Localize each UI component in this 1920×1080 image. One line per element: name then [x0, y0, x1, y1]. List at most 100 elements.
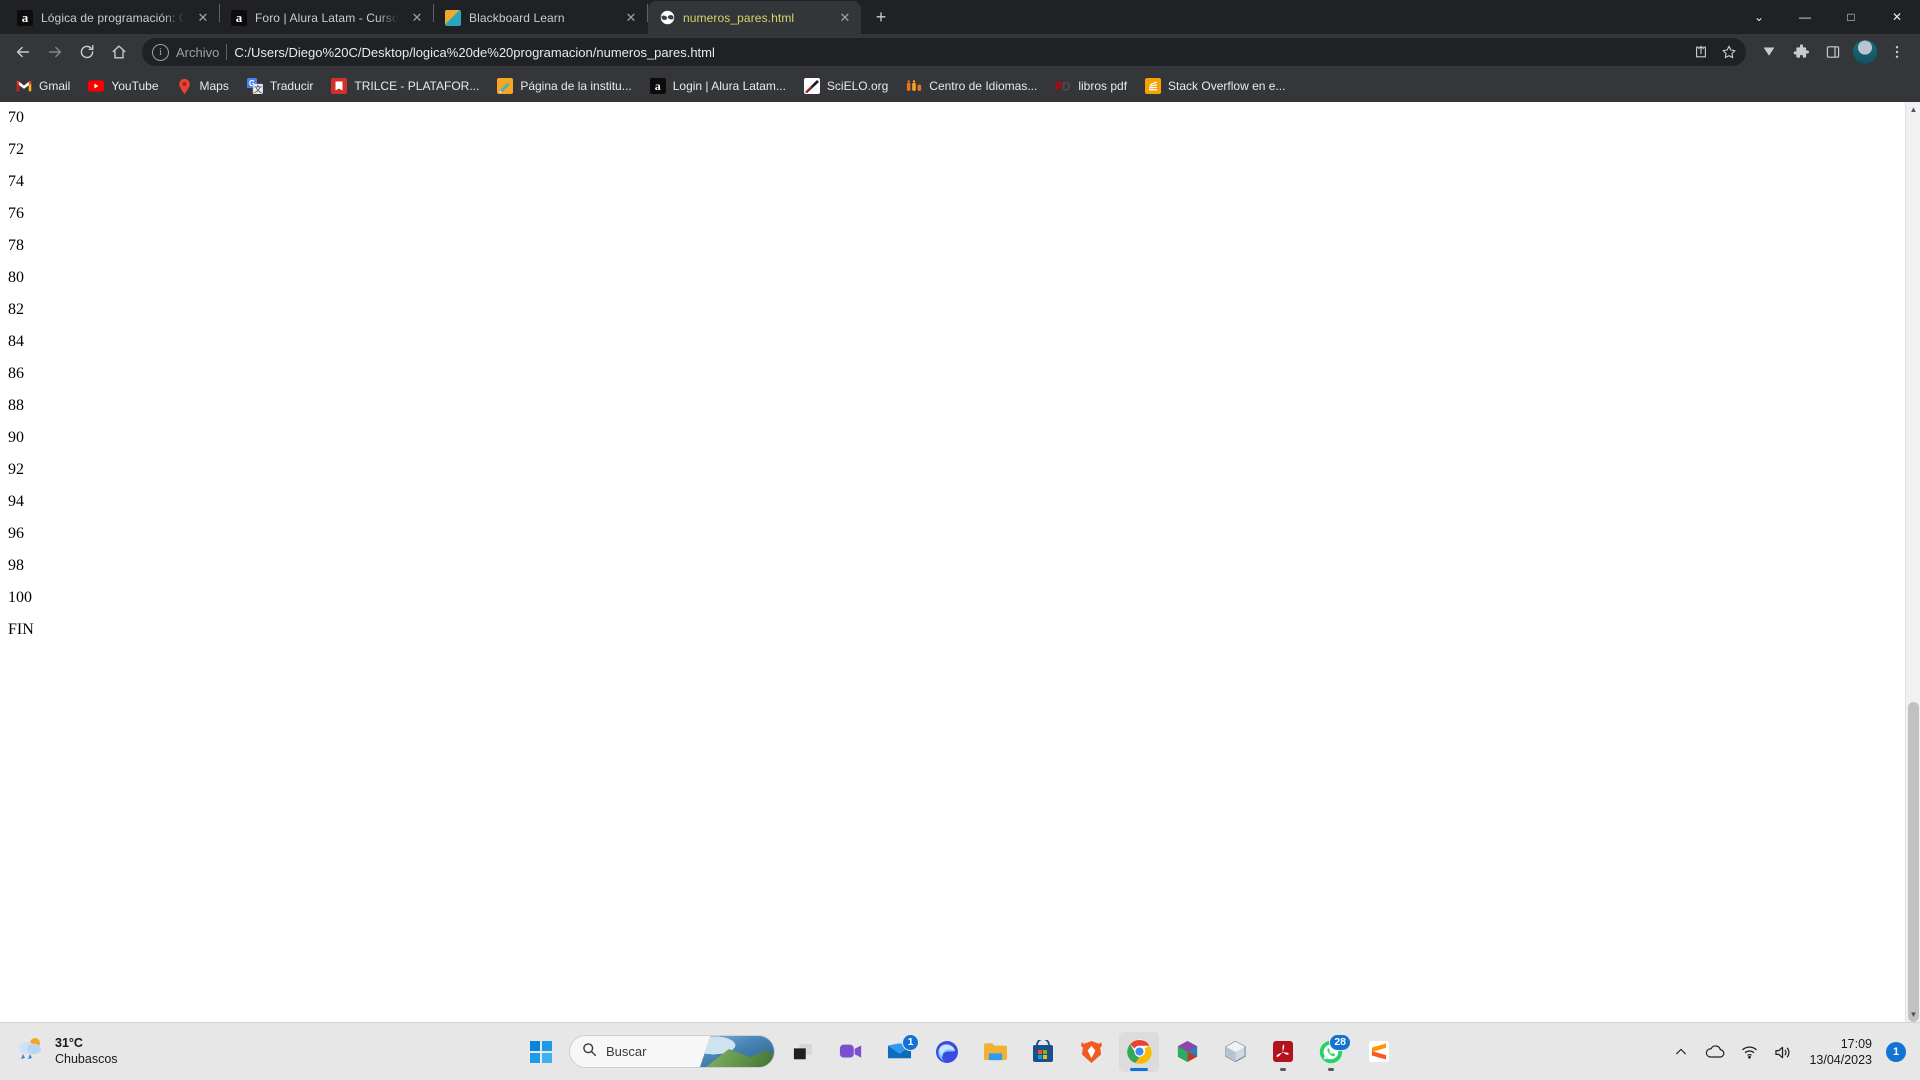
weather-description: Chubascos	[55, 1051, 118, 1066]
maximize-button[interactable]: □	[1828, 0, 1874, 34]
bookmark-login-alura[interactable]: a Login | Alura Latam...	[642, 73, 794, 99]
running-indicator	[1130, 1067, 1148, 1071]
volume-icon[interactable]	[1773, 1042, 1793, 1062]
bookmark-maps[interactable]: Maps	[169, 73, 237, 99]
downloads-icon[interactable]	[1754, 37, 1784, 67]
gmail-icon	[16, 78, 32, 94]
chrome-browser-window: a Lógica de programación: Concep ✕ a For…	[0, 0, 1920, 1022]
weather-temperature: 31°C	[55, 1035, 83, 1050]
teams-icon[interactable]	[831, 1032, 871, 1072]
weather-widget[interactable]: 31°C Chubascos	[0, 1036, 330, 1067]
bookmark-trilce[interactable]: TRILCE - PLATAFOR...	[323, 73, 487, 99]
page-content: 70 72 74 76 78 80 82 84 86 88 90 92 94 9…	[0, 102, 1920, 638]
acrobat-reader-icon[interactable]	[1263, 1032, 1303, 1072]
bookmark-stack-overflow[interactable]: Stack Overflow en e...	[1137, 73, 1293, 99]
collapse-tabs-icon[interactable]: ⌄	[1736, 0, 1782, 34]
windows-start-icon[interactable]	[521, 1032, 561, 1072]
chrome-icon[interactable]	[1119, 1031, 1159, 1072]
tab-close-icon[interactable]: ✕	[193, 8, 213, 28]
weather-text: 31°C Chubascos	[55, 1036, 118, 1067]
bookmark-label: Página de la institu...	[520, 79, 632, 93]
output-line: 100	[8, 589, 32, 606]
alura-icon: a	[649, 78, 666, 94]
sublime-text-icon[interactable]	[1359, 1032, 1399, 1072]
file-explorer-icon[interactable]	[975, 1032, 1015, 1072]
address-bar[interactable]: i Archivo C:/Users/Diego%20C/Desktop/log…	[142, 38, 1746, 66]
url-scheme-label: Archivo	[176, 44, 220, 60]
tab-close-icon[interactable]: ✕	[407, 8, 427, 28]
tab-close-icon[interactable]: ✕	[621, 8, 641, 28]
bookmark-youtube[interactable]: YouTube	[80, 73, 166, 99]
bookmark-label: Gmail	[39, 79, 71, 93]
unity-hub-icon[interactable]	[1167, 1032, 1207, 1072]
scroll-down-arrow-icon[interactable]: ▼	[1906, 1007, 1920, 1022]
output-line: 96	[8, 525, 24, 542]
youtube-icon	[88, 78, 105, 94]
svg-text:D: D	[1062, 81, 1070, 93]
star-icon[interactable]	[1716, 39, 1742, 65]
show-hidden-icons-icon[interactable]	[1671, 1042, 1691, 1062]
close-window-button[interactable]: ✕	[1874, 0, 1920, 34]
side-panel-icon[interactable]	[1818, 37, 1848, 67]
omnibox-actions	[1688, 39, 1742, 65]
bookmark-libros-pdf[interactable]: P D libros pdf	[1047, 73, 1135, 99]
puzzle-icon[interactable]	[1786, 37, 1816, 67]
mail-badge: 1	[902, 1033, 919, 1051]
microsoft-store-icon[interactable]	[1023, 1032, 1063, 1072]
brave-icon[interactable]	[1071, 1032, 1111, 1072]
bookmark-label: libros pdf	[1078, 79, 1128, 93]
tab-title: Lógica de programación: Concep	[41, 10, 185, 25]
rain-cloud-icon	[16, 1036, 46, 1067]
mail-icon[interactable]: 1	[879, 1032, 919, 1072]
browser-tab[interactable]: a Foro | Alura Latam - Cursos onlin ✕	[220, 1, 433, 34]
search-placeholder: Buscar	[606, 1044, 647, 1059]
blender-icon[interactable]	[1215, 1032, 1255, 1072]
minimize-button[interactable]: —	[1782, 0, 1828, 34]
new-tab-button[interactable]: +	[867, 3, 895, 31]
search-input[interactable]: Buscar	[569, 1035, 775, 1068]
output-line: 88	[8, 397, 24, 414]
bookmark-centro-idiomas[interactable]: Centro de Idiomas...	[898, 73, 1045, 99]
bookmark-traducir[interactable]: G 文 Traducir	[239, 73, 322, 99]
browser-tab[interactable]: Blackboard Learn ✕	[434, 1, 647, 34]
wifi-icon[interactable]	[1739, 1042, 1759, 1062]
vertical-scrollbar[interactable]: ▲ ▼	[1905, 102, 1920, 1022]
system-tray: 17:09 13/04/2023 1	[1671, 1023, 1920, 1080]
clock[interactable]: 17:09 13/04/2023	[1809, 1036, 1872, 1069]
output-line: FIN	[8, 621, 34, 638]
institution-icon	[497, 78, 514, 94]
tab-close-icon[interactable]: ✕	[835, 8, 855, 28]
clock-date: 13/04/2023	[1809, 1053, 1872, 1067]
scroll-up-arrow-icon[interactable]: ▲	[1906, 102, 1920, 117]
back-arrow-icon[interactable]	[8, 37, 38, 67]
search-highlight-image	[700, 1036, 774, 1067]
output-line: 70	[8, 109, 24, 126]
reload-icon[interactable]	[72, 37, 102, 67]
task-view-icon[interactable]	[783, 1032, 823, 1072]
url-text[interactable]: C:/Users/Diego%20C/Desktop/logica%20de%2…	[234, 45, 1681, 60]
clock-time: 17:09	[1840, 1036, 1872, 1051]
maps-icon	[177, 78, 193, 94]
page-info-icon[interactable]: i	[152, 43, 169, 61]
home-icon[interactable]	[104, 37, 134, 67]
notification-badge[interactable]: 1	[1886, 1042, 1906, 1062]
alura-icon: a	[17, 9, 33, 26]
share-icon[interactable]	[1688, 39, 1714, 65]
bookmark-label: SciELO.org	[826, 79, 889, 93]
alura-icon: a	[231, 9, 247, 26]
windows-taskbar: 31°C Chubascos Buscar 1 28 17:09 13/04/2…	[0, 1022, 1920, 1080]
browser-tab-active[interactable]: numeros_pares.html ✕	[648, 1, 861, 34]
browser-tab[interactable]: a Lógica de programación: Concep ✕	[6, 1, 219, 34]
bookmark-pagina-institucion[interactable]: Página de la institu...	[489, 73, 639, 99]
scrollbar-thumb[interactable]	[1908, 702, 1919, 1022]
bookmark-scielo[interactable]: SciELO.org	[796, 73, 896, 99]
forward-arrow-icon[interactable]	[40, 37, 70, 67]
edge-icon[interactable]	[927, 1032, 967, 1072]
trilce-icon	[331, 78, 348, 94]
whatsapp-icon[interactable]: 28	[1311, 1032, 1351, 1072]
bookmark-gmail[interactable]: Gmail	[8, 73, 78, 99]
avatar[interactable]	[1850, 37, 1880, 67]
onedrive-icon[interactable]	[1705, 1042, 1725, 1062]
kebab-menu-icon[interactable]	[1882, 37, 1912, 67]
output-line: 80	[8, 269, 24, 286]
